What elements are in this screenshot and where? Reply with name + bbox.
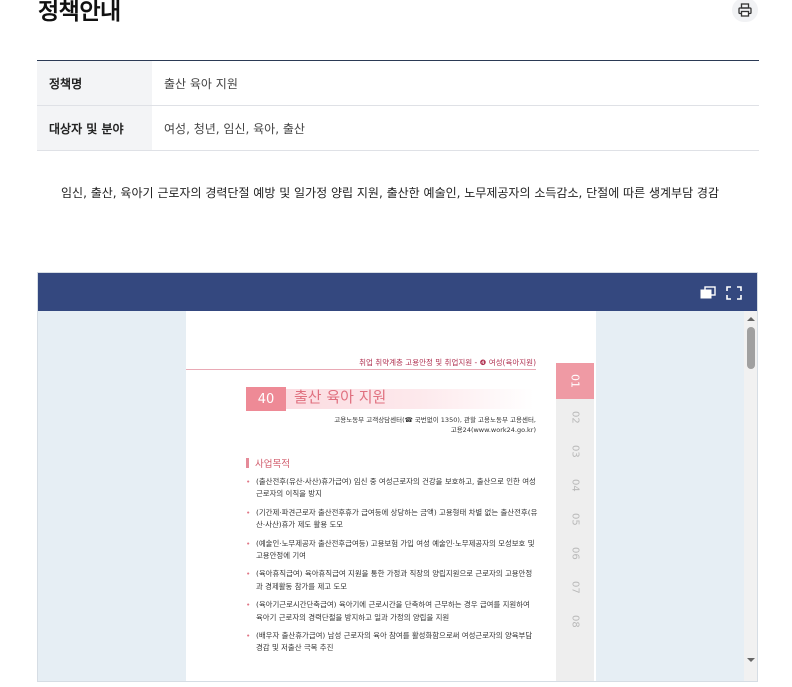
- viewer-scrollbar[interactable]: [744, 311, 757, 681]
- fullscreen-icon: [726, 286, 742, 300]
- policy-name-value: 출산 육아 지원: [164, 76, 238, 91]
- policy-name-label: 정책명: [37, 61, 152, 105]
- header-rule: [186, 369, 536, 370]
- chapter-tab[interactable]: 05: [556, 505, 594, 533]
- contact-line: 고용노동부 고객상담센터(☎ 국번없이 1350), 관할 고용노동부 고용센터…: [334, 416, 536, 424]
- scroll-down-icon[interactable]: [746, 655, 756, 665]
- section-marker: [246, 458, 249, 468]
- print-button[interactable]: [732, 0, 758, 22]
- restore-window-icon: [700, 286, 716, 299]
- chapter-tab[interactable]: 06: [556, 539, 594, 567]
- table-row: 정책명 출산 육아 지원: [37, 61, 759, 106]
- scroll-up-icon[interactable]: [746, 314, 756, 324]
- document-page: 취업 취약계층 고용안정 및 취업지원 - ❹ 여성(육아지원) 40 출산 육…: [186, 311, 596, 681]
- policy-description: 임신, 출산, 육아기 근로자의 경력단절 예방 및 일가정 양립 지원, 출산…: [61, 186, 720, 200]
- list-item: (육아휴직급여) 육아휴직급여 지원을 통한 가정과 직장의 양립지원으로 근로…: [246, 568, 538, 593]
- chapter-tab[interactable]: 03: [556, 437, 594, 465]
- list-item: (예술인·노무제공자 출산전후급여등) 고용보험 가입 여성 예술인·노무제공자…: [246, 538, 538, 563]
- restore-window-button[interactable]: [700, 285, 716, 299]
- section-heading-text: 사업목적: [255, 459, 290, 470]
- list-item: (육아기근로시간단축급여) 육아기에 근로시간을 단축하여 근무하는 경우 급여…: [246, 599, 538, 624]
- scroll-thumb[interactable]: [747, 327, 755, 369]
- chapter-tab[interactable]: 04: [556, 471, 594, 499]
- chapter-tab[interactable]: 08: [556, 607, 594, 635]
- policy-info-table: 정책명 출산 육아 지원 대상자 및 분야 여성, 청년, 임신, 육아, 출산: [37, 60, 759, 151]
- page-title: 정책안내: [38, 0, 121, 25]
- list-item: (배우자 출산휴가급여) 남성 근로자의 육아 참여를 활성화함으로써 여성근로…: [246, 630, 538, 655]
- target-field-label: 대상자 및 분야: [37, 106, 152, 150]
- chapter-banner: [246, 389, 534, 409]
- list-item: (출산전후(유산·사산)휴가급여) 임신 중 여성근로자의 건강을 보호하고, …: [246, 476, 538, 501]
- contact-line: 고용24(www.work24.go.kr): [450, 426, 536, 434]
- chapter-tab[interactable]: 07: [556, 573, 594, 601]
- list-item: (기간제·파견근로자 출산전후휴가 급여등에 상당하는 금액) 고용형태 차별 …: [246, 507, 538, 532]
- chapter-tab[interactable]: 02: [556, 403, 594, 431]
- viewer-toolbar: [38, 273, 757, 311]
- chapter-title: 출산 육아 지원: [294, 388, 387, 406]
- fullscreen-button[interactable]: [726, 285, 742, 300]
- target-field-value: 여성, 청년, 임신, 육아, 출산: [164, 121, 305, 136]
- chapter-tab-active[interactable]: 01: [556, 363, 594, 399]
- chapter-number: 40: [246, 387, 286, 411]
- contact-info: 고용노동부 고객상담센터(☎ 국번없이 1350), 관할 고용노동부 고용센터…: [246, 415, 536, 435]
- printer-icon: [738, 3, 752, 17]
- running-head: 취업 취약계층 고용안정 및 취업지원 - ❹ 여성(육아지원): [359, 358, 536, 367]
- section-heading: 사업목적: [246, 456, 290, 470]
- purpose-list: (출산전후(유산·사산)휴가급여) 임신 중 여성근로자의 건강을 보호하고, …: [246, 476, 538, 661]
- table-row: 대상자 및 분야 여성, 청년, 임신, 육아, 출산: [37, 106, 759, 151]
- document-viewer[interactable]: 취업 취약계층 고용안정 및 취업지원 - ❹ 여성(육아지원) 40 출산 육…: [37, 272, 758, 682]
